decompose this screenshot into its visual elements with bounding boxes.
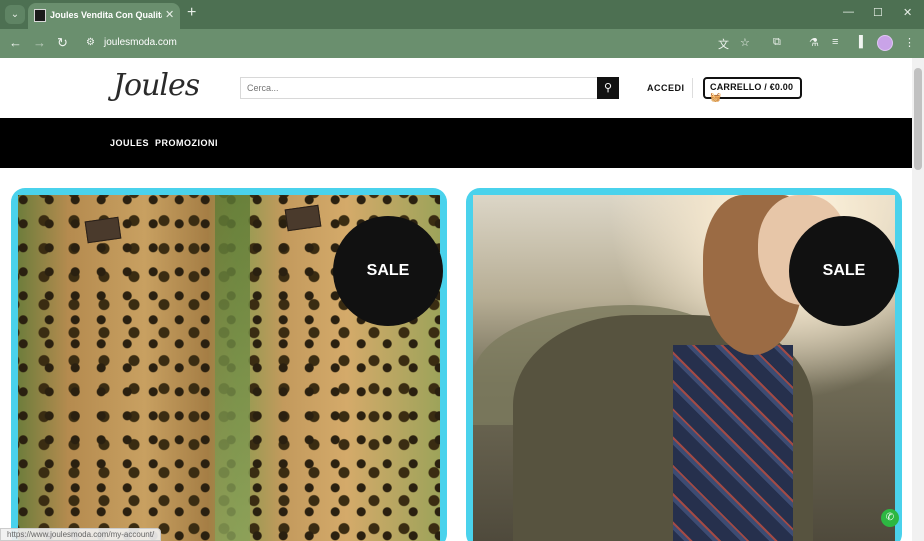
close-tab-icon[interactable]: ✕ bbox=[165, 8, 174, 21]
bookmark-star-icon[interactable]: ☆ bbox=[740, 36, 750, 49]
boot-tag-right bbox=[284, 204, 322, 232]
nav-item-promozioni[interactable]: PROMOZIONI bbox=[155, 138, 218, 148]
reload-icon[interactable]: ↻ bbox=[57, 35, 68, 51]
sale-badge: SALE bbox=[333, 216, 443, 326]
boot-tag-left bbox=[84, 216, 122, 244]
header-divider bbox=[692, 78, 693, 98]
address-bar[interactable]: ⚙ joulesmoda.com bbox=[78, 32, 762, 55]
translate-icon[interactable]: 文 bbox=[718, 36, 729, 52]
search-input[interactable] bbox=[240, 77, 598, 99]
site-header: Joules ⚲ ACCEDI CARRELLO / €0.00 🧺 bbox=[0, 58, 912, 118]
search-icon: ⚲ bbox=[603, 82, 613, 94]
reading-list-icon[interactable]: ≡ bbox=[832, 36, 838, 48]
browser-tab-bar: ⌄ Joules Vendita Con Qualità Affi ✕ + — … bbox=[0, 0, 924, 29]
browser-toolbar: ← → ↻ ⚙ joulesmoda.com 文 ☆ ⧉ ⚗ ≡ ▐ ⋮ bbox=[0, 29, 924, 58]
close-window-button[interactable]: ✕ bbox=[903, 6, 912, 19]
back-arrow-icon[interactable]: ← bbox=[9, 35, 22, 50]
scroll-thumb[interactable] bbox=[914, 68, 922, 170]
profile-avatar[interactable] bbox=[877, 35, 893, 51]
forward-arrow-icon[interactable]: → bbox=[33, 35, 46, 50]
basket-icon: 🧺 bbox=[710, 92, 722, 102]
browser-menu-icon[interactable]: ⋮ bbox=[904, 36, 915, 49]
cart-label: CARRELLO / €0.00 bbox=[710, 82, 794, 92]
search-button[interactable]: ⚲ bbox=[597, 77, 619, 99]
new-tab-button[interactable]: + bbox=[187, 4, 196, 22]
browser-tab[interactable]: Joules Vendita Con Qualità Affi ✕ bbox=[28, 3, 180, 29]
site-logo[interactable]: Joules bbox=[113, 68, 200, 103]
tab-title: Joules Vendita Con Qualità Affi bbox=[50, 10, 162, 20]
minimize-button[interactable]: — bbox=[843, 6, 854, 18]
site-favicon-icon bbox=[34, 9, 46, 22]
site-info-icon[interactable]: ⚙ bbox=[86, 37, 95, 48]
main-nav: JOULES PROMOZIONI bbox=[0, 118, 912, 168]
labs-flask-icon[interactable]: ⚗ bbox=[809, 36, 819, 49]
sale-badge: SALE bbox=[789, 216, 899, 326]
page-scrollbar[interactable] bbox=[912, 58, 924, 541]
cart-button[interactable]: CARRELLO / €0.00 🧺 bbox=[703, 77, 802, 102]
product-card-jacket[interactable]: SALE bbox=[466, 188, 902, 541]
grass-background bbox=[215, 195, 250, 541]
whatsapp-chat-icon[interactable]: ✆ bbox=[881, 509, 899, 527]
tab-search-button[interactable]: ⌄ bbox=[5, 5, 25, 24]
login-link[interactable]: ACCEDI bbox=[647, 83, 685, 93]
floral-blouse bbox=[673, 345, 793, 541]
side-panel-icon[interactable]: ▐ bbox=[855, 36, 863, 48]
url-text[interactable]: joulesmoda.com bbox=[104, 37, 177, 48]
product-card-boots[interactable]: SALE bbox=[11, 188, 447, 541]
extensions-puzzle-icon[interactable]: ⧉ bbox=[773, 36, 781, 49]
maximize-button[interactable]: ☐ bbox=[873, 6, 883, 19]
status-url: https://www.joulesmoda.com/my-account/ bbox=[0, 528, 162, 541]
nav-item-joules[interactable]: JOULES bbox=[110, 138, 149, 148]
